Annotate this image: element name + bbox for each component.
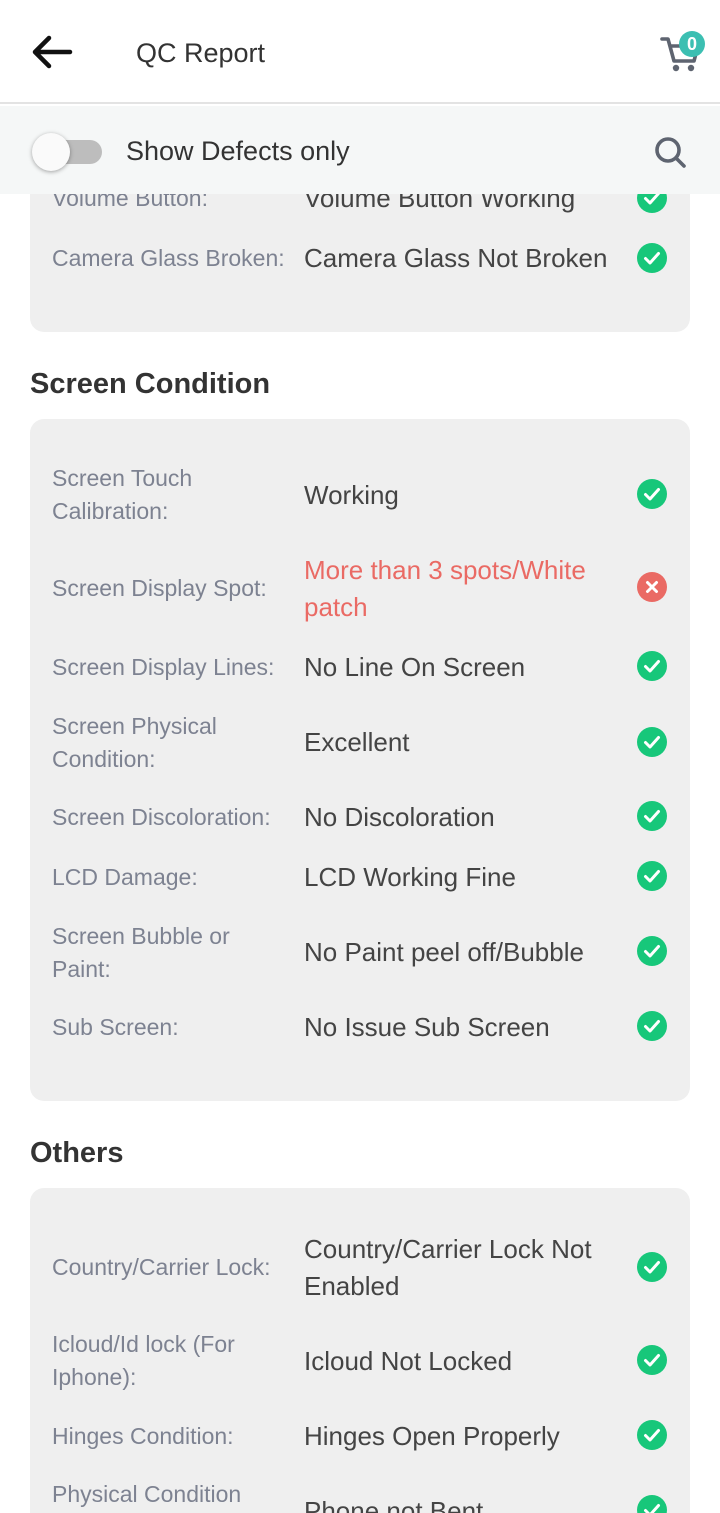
qc-row-label: Physical Condition (52, 1481, 242, 1507)
qc-row-value: Excellent (304, 727, 410, 757)
search-button[interactable] (650, 132, 692, 174)
qc-row-label: Icloud/Id lock (For Iphone): (52, 1331, 235, 1390)
qc-row-label: Screen Bubble or Paint: (52, 923, 230, 982)
check-icon (637, 1252, 667, 1282)
search-icon (655, 137, 686, 168)
toggle-knob (32, 133, 70, 171)
back-button[interactable] (28, 30, 76, 74)
check-icon (637, 727, 667, 757)
qc-row-label: Screen Discoloration: (52, 804, 271, 830)
check-icon (637, 1495, 667, 1513)
cross-icon (637, 572, 667, 602)
qc-row-label: Screen Display Spot: (52, 575, 267, 601)
qc-row-value: No Issue Sub Screen (304, 1012, 550, 1042)
qc-row-value: No Paint peel off/Bubble (304, 937, 584, 967)
qc-row-label: Hinges Condition: (52, 1423, 234, 1449)
check-icon (637, 651, 667, 681)
show-defects-toggle[interactable] (32, 133, 104, 171)
check-icon (637, 801, 667, 831)
filter-bar: Show Defects only (0, 106, 720, 194)
qc-row-label: Sub Screen: (52, 1014, 179, 1040)
qc-row-value: Icloud Not Locked (304, 1346, 513, 1376)
section-title-screen: Screen Condition (30, 368, 271, 400)
qc-row-label: Camera Glass Broken: (52, 245, 285, 271)
qc-row-value: Working (304, 480, 399, 510)
check-icon (637, 861, 667, 891)
check-icon (637, 479, 667, 509)
qc-row-value: No Line On Screen (304, 652, 526, 682)
qc-row-value: Hinges Open Properly (304, 1421, 560, 1451)
qc-row-label: Screen Physical Condition: (52, 713, 217, 772)
app-header: QC Report 0 (0, 0, 720, 104)
qc-row-label: LCD Damage: (52, 864, 198, 890)
show-defects-label: Show Defects only (126, 136, 350, 166)
qc-row-label: Country/Carrier Lock: (52, 1254, 271, 1280)
check-icon (637, 243, 667, 273)
check-icon (637, 1420, 667, 1450)
qc-row-label: Screen Display Lines: (52, 654, 275, 680)
arrow-left-icon (32, 35, 73, 69)
qc-row-value: No Discoloration (304, 802, 495, 832)
section-title-others: Others (30, 1137, 124, 1169)
qc-row-value: Phone not Bent (304, 1496, 484, 1513)
qc-row-value: Camera Glass Not Broken (304, 243, 608, 273)
check-icon (637, 936, 667, 966)
page-title: QC Report (136, 38, 266, 68)
qc-row-label: Screen Touch Calibration: (52, 465, 193, 524)
cart-count-badge: 0 (679, 31, 705, 57)
qc-row-value: Country/Carrier Lock Not Enabled (304, 1234, 592, 1301)
check-icon (637, 1011, 667, 1041)
check-icon (637, 1345, 667, 1375)
report-content: Volume Button: Volume Button Working Cam… (0, 0, 720, 1513)
qc-row-value: LCD Working Fine (304, 862, 516, 892)
qc-row-value: More than 3 spots/White patch (304, 555, 586, 622)
